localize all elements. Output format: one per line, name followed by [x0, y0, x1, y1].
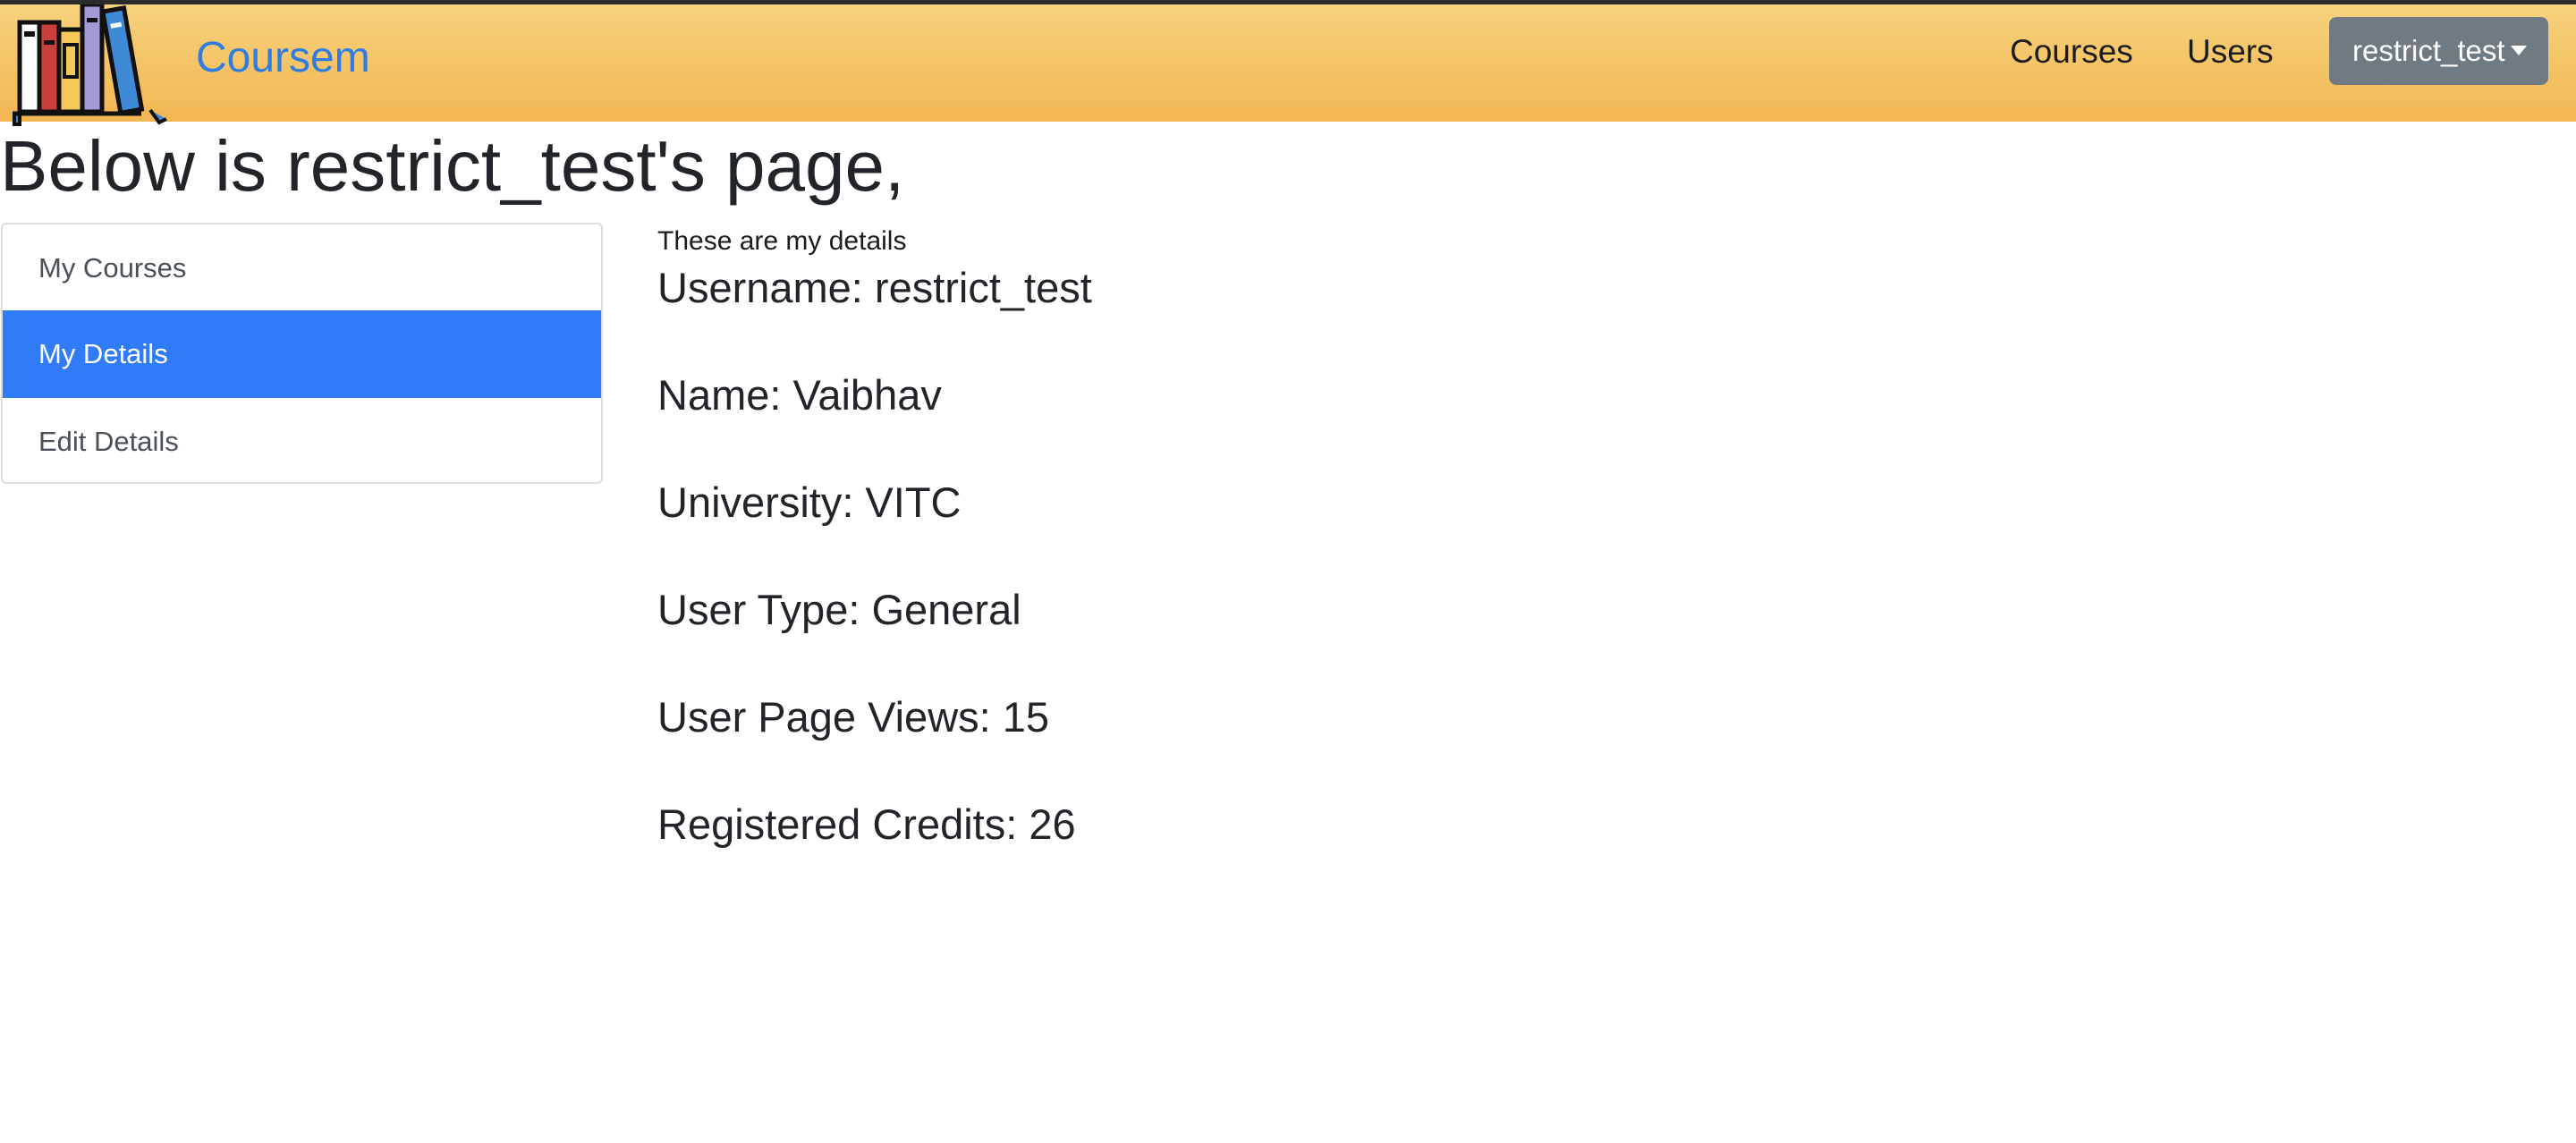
- page-title: Below is restrict_test's page,: [0, 126, 905, 206]
- nav-courses-link[interactable]: Courses: [2010, 30, 2133, 74]
- navbar: Coursem Courses Users restrict_test: [0, 4, 2576, 126]
- user-menu-button[interactable]: restrict_test: [2329, 17, 2548, 85]
- sidebar-item-edit-details[interactable]: Edit Details: [3, 398, 601, 482]
- brand-link[interactable]: Coursem: [196, 31, 370, 85]
- user-menu-label: restrict_test: [2352, 34, 2505, 67]
- detail-username: Username: restrict_test: [657, 264, 1092, 311]
- caret-down-icon: [2510, 46, 2527, 55]
- details-intro: These are my details: [657, 226, 907, 256]
- detail-user-type: User Type: General: [657, 586, 1021, 633]
- detail-credits: Registered Credits: 26: [657, 800, 1076, 848]
- sidebar-item-my-courses[interactable]: My Courses: [3, 224, 601, 312]
- sidebar-item-my-details[interactable]: My Details: [3, 310, 601, 398]
- books-icon[interactable]: [7, 4, 168, 130]
- nav-users-link[interactable]: Users: [2187, 30, 2274, 74]
- detail-page-views: User Page Views: 15: [657, 693, 1050, 741]
- detail-name: Name: Vaibhav: [657, 371, 942, 419]
- sidebar-menu: My Courses My Details Edit Details: [1, 223, 603, 484]
- detail-university: University: VITC: [657, 478, 962, 526]
